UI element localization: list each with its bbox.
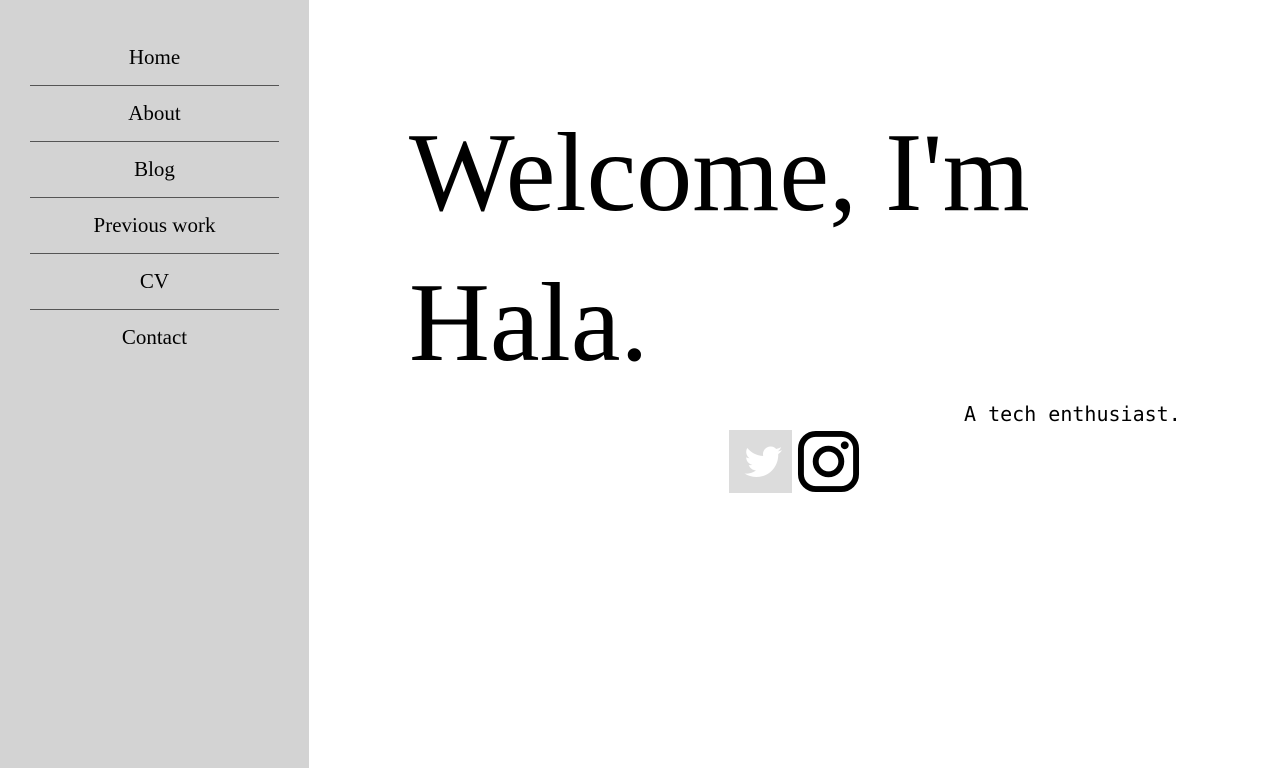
nav-list: Home About Blog Previous work CV Contact	[30, 30, 279, 365]
sidebar: Home About Blog Previous work CV Contact	[0, 0, 309, 768]
sidebar-item-home[interactable]: Home	[30, 30, 279, 86]
twitter-link[interactable]	[729, 430, 792, 493]
page: Home About Blog Previous work CV Contact…	[0, 0, 1280, 768]
sidebar-item-contact[interactable]: Contact	[30, 310, 279, 365]
sidebar-item-about[interactable]: About	[30, 86, 279, 142]
sidebar-item-blog[interactable]: Blog	[30, 142, 279, 198]
hero-title: Welcome, I'm Hala.	[409, 111, 1030, 385]
sidebar-item-cv[interactable]: CV	[30, 254, 279, 310]
social-links	[729, 430, 860, 493]
main-content: Welcome, I'm Hala. A tech enthusiast.	[309, 0, 1280, 768]
twitter-icon	[744, 446, 783, 477]
hero-tagline: A tech enthusiast.	[964, 402, 1181, 426]
sidebar-item-previous-work[interactable]: Previous work	[30, 198, 279, 254]
instagram-icon	[797, 430, 860, 493]
instagram-link[interactable]	[797, 430, 860, 493]
